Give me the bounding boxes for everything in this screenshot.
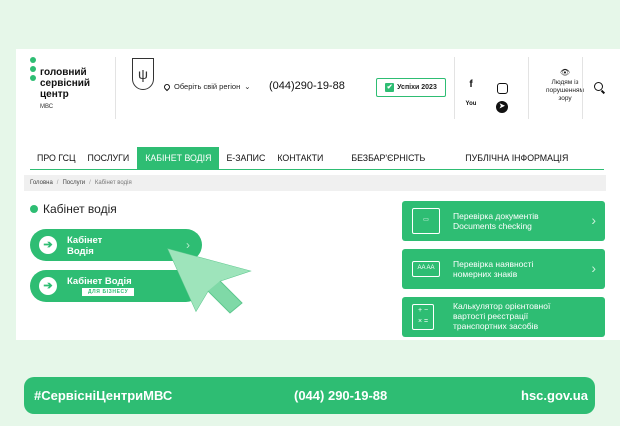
- chevron-right-icon: ›: [591, 212, 596, 228]
- main-card: головний сервісний центр МВС ψ Оберіть с…: [16, 49, 620, 340]
- success-label: Успіхи 2023: [397, 84, 437, 91]
- nav-item-e-queue[interactable]: Е-ЗАПИС: [221, 147, 270, 169]
- nav-item-accessibility[interactable]: БЕЗБАР'ЄРНІСТЬ: [346, 147, 430, 169]
- breadcrumb-services[interactable]: Послуги: [62, 180, 85, 186]
- driver-cabinet-label: Кабінет Водія: [67, 235, 103, 257]
- registration-calculator-card[interactable]: + − × = Калькулятор орієнтовної вартості …: [402, 297, 605, 337]
- footer-banner: #СервісніЦентриМВС (044) 290-19-88 hsc.g…: [24, 377, 595, 414]
- documents-check-label: Перевірка документів Documents checking: [453, 211, 539, 231]
- nav-item-driver-cabinet[interactable]: КАБІНЕТ ВОДІЯ: [137, 147, 220, 169]
- accessibility-button[interactable]: 👁 Людям із порушенням зору: [543, 69, 587, 103]
- location-pin-icon: [162, 82, 172, 91]
- plates-check-card[interactable]: AA AA Перевірка наявності номерних знакі…: [402, 249, 605, 289]
- breadcrumb-home[interactable]: Головна: [30, 180, 53, 186]
- nav-item-public-info[interactable]: ПУБЛІЧНА ІНФОРМАЦІЯ: [460, 147, 573, 169]
- license-plate-icon: AA AA: [412, 261, 440, 277]
- hsc-logo[interactable]: головний сервісний центр МВС: [30, 57, 110, 117]
- page-title: Кабінет водія: [30, 202, 117, 216]
- footer-site[interactable]: hsc.gov.ua: [521, 388, 588, 403]
- youtube-icon[interactable]: You: [464, 101, 478, 107]
- breadcrumb-separator: /: [89, 180, 91, 186]
- instagram-icon[interactable]: [497, 83, 508, 94]
- nav-item-about[interactable]: ПРО ГСЦ: [32, 147, 81, 169]
- telegram-icon[interactable]: ➤: [496, 101, 508, 113]
- search-icon[interactable]: [594, 82, 603, 91]
- chevron-right-icon: ›: [591, 260, 596, 276]
- eye-icon: 👁: [559, 68, 571, 77]
- footer-hashtag[interactable]: #СервісніЦентриМВС: [34, 388, 172, 403]
- checkmark-icon: ✔: [385, 83, 395, 92]
- logo-dots-icon: [30, 57, 36, 84]
- header-divider: [528, 57, 529, 119]
- header-divider: [115, 57, 116, 119]
- id-card-icon: ▭: [412, 208, 440, 234]
- header-phone[interactable]: (044)290-19-88: [269, 80, 345, 92]
- chevron-down-icon: ⌄: [244, 82, 251, 91]
- facebook-icon[interactable]: f: [464, 79, 478, 90]
- nav-item-contacts[interactable]: КОНТАКТИ: [272, 147, 328, 169]
- documents-check-card[interactable]: ▭ Перевірка документів Documents checkin…: [402, 201, 605, 241]
- region-label: Оберіть свій регіон: [174, 82, 241, 91]
- plates-check-label: Перевірка наявності номерних знаків: [453, 259, 534, 279]
- trident-icon: ψ: [132, 58, 154, 90]
- breadcrumb-current: Кабінет водія: [94, 180, 132, 186]
- nav-item-services[interactable]: ПОСЛУГИ: [83, 147, 135, 169]
- calculator-label: Калькулятор орієнтовної вартості реєстра…: [453, 301, 551, 331]
- logo-text: головний сервісний центр: [40, 67, 91, 100]
- title-dot-icon: [30, 205, 38, 213]
- arrow-right-icon: ➔: [39, 277, 57, 295]
- business-cabinet-label: Кабінет Водія: [67, 276, 132, 287]
- business-badge: ДЛЯ БІЗНЕСУ: [82, 288, 135, 296]
- arrow-right-icon: ➔: [39, 236, 57, 254]
- success-2023-button[interactable]: ✔ Успіхи 2023: [376, 78, 446, 97]
- breadcrumb: Головна / Послуги / Кабінет водія: [24, 175, 606, 191]
- logo-subtitle: МВС: [40, 104, 54, 110]
- region-selector[interactable]: Оберіть свій регіон ⌄: [162, 82, 251, 91]
- header-divider: [454, 57, 455, 119]
- breadcrumb-separator: /: [56, 180, 59, 186]
- footer-phone[interactable]: (044) 290-19-88: [294, 388, 387, 403]
- accessibility-label: Людям із порушенням зору: [546, 79, 584, 102]
- page-title-text: Кабінет водія: [43, 202, 117, 216]
- cursor-arrow-icon: [167, 248, 252, 314]
- calculator-icon: + − × =: [412, 304, 434, 330]
- header-divider: [582, 57, 583, 119]
- main-navigation: ПРО ГСЦ ПОСЛУГИ КАБІНЕТ ВОДІЯ Е-ЗАПИС КО…: [30, 147, 604, 170]
